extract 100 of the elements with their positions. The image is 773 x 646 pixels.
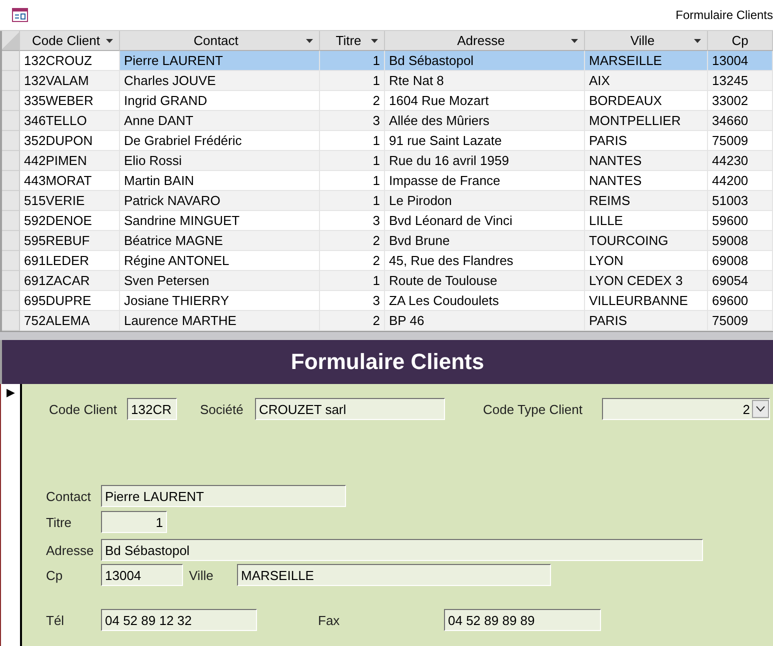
table-cell: MARSEILLE bbox=[585, 51, 708, 71]
table-cell: 442PIMEN bbox=[20, 151, 120, 171]
table-cell: 69054 bbox=[708, 271, 773, 291]
field-label: Tél bbox=[46, 612, 66, 628]
dropdown-arrow-icon bbox=[694, 38, 701, 42]
table-cell: 1 bbox=[320, 51, 385, 71]
table-cell: 3 bbox=[320, 111, 385, 131]
field-label: Société bbox=[200, 402, 244, 416]
column-header[interactable]: Titre bbox=[320, 31, 385, 51]
table-cell: 34660 bbox=[708, 111, 773, 131]
record-selector[interactable] bbox=[2, 111, 20, 131]
table-cell: 1 bbox=[320, 71, 385, 91]
record-selector[interactable] bbox=[2, 171, 20, 191]
table-cell: 691ZACAR bbox=[20, 271, 120, 291]
table-cell: LYON CEDEX 3 bbox=[585, 271, 708, 291]
text-field[interactable]: 1 bbox=[101, 511, 167, 533]
window-title: Formulaire Clients bbox=[676, 8, 773, 22]
record-selector[interactable] bbox=[2, 131, 20, 151]
text-field[interactable]: 04 52 89 89 89 bbox=[444, 609, 601, 631]
form-title: Formulaire Clients bbox=[290, 349, 484, 375]
table-cell: AIX bbox=[585, 71, 708, 91]
table-cell: 132CROUZ bbox=[20, 51, 120, 71]
table-cell: 75009 bbox=[708, 311, 773, 331]
text-field[interactable]: Bd Sébastopol bbox=[101, 539, 703, 561]
record-selector[interactable] bbox=[2, 191, 20, 211]
dropdown-arrow-icon bbox=[571, 38, 578, 42]
type-dropdown[interactable]: 2 bbox=[602, 398, 770, 420]
table-cell: 515VERIE bbox=[20, 191, 120, 211]
field-label: Code Type Client bbox=[483, 402, 584, 416]
table-cell: PARIS bbox=[585, 311, 708, 331]
table-cell: REIMS bbox=[585, 191, 708, 211]
table-cell: 44230 bbox=[708, 151, 773, 171]
record-selector[interactable] bbox=[2, 231, 20, 251]
table-cell: Laurence MARTHE bbox=[120, 311, 320, 331]
record-selector[interactable] bbox=[2, 271, 20, 291]
table-cell: Rte Nat 8 bbox=[385, 71, 585, 91]
splitter-bar[interactable] bbox=[0, 331, 773, 340]
table-cell: Le Pirodon bbox=[385, 191, 585, 211]
table-cell: 2 bbox=[320, 311, 385, 331]
dropdown-arrow-icon bbox=[371, 38, 378, 42]
table-cell: 1 bbox=[320, 191, 385, 211]
table-cell: 13245 bbox=[708, 71, 773, 91]
record-selector[interactable] bbox=[2, 51, 20, 71]
field-label: Contact bbox=[46, 488, 92, 504]
text-field[interactable]: CROUZET sarl bbox=[255, 398, 445, 420]
table-cell: 51003 bbox=[708, 191, 773, 211]
form-icon bbox=[12, 8, 28, 22]
table-cell: Charles JOUVE bbox=[120, 71, 320, 91]
table-cell: MONTPELLIER bbox=[585, 111, 708, 131]
table-cell: 132VALAM bbox=[20, 71, 120, 91]
record-selector[interactable] bbox=[2, 251, 20, 271]
dropdown-arrow-icon bbox=[106, 38, 113, 42]
table-cell: 1 bbox=[320, 271, 385, 291]
record-selector[interactable] bbox=[2, 151, 20, 171]
table-cell: BP 46 bbox=[385, 311, 585, 331]
field-label: Titre bbox=[46, 514, 73, 530]
field-label: Fax bbox=[318, 612, 341, 628]
field-label: Adresse bbox=[46, 542, 95, 558]
text-field[interactable]: MARSEILLE bbox=[237, 564, 551, 586]
dropdown-arrow-icon bbox=[306, 38, 313, 42]
table-cell: 13004 bbox=[708, 51, 773, 71]
table-cell: 595REBUF bbox=[20, 231, 120, 251]
field-label: Cp bbox=[46, 568, 64, 582]
table-cell: Pierre LAURENT bbox=[120, 51, 320, 71]
record-selector[interactable] bbox=[2, 311, 20, 331]
table-cell: 59008 bbox=[708, 231, 773, 251]
table-cell: 1 bbox=[320, 151, 385, 171]
field-label: Ville bbox=[189, 568, 214, 582]
table-cell: Allée des Mûriers bbox=[385, 111, 585, 131]
table-cell: 2 bbox=[320, 231, 385, 251]
table-cell: Elio Rossi bbox=[120, 151, 320, 171]
select-all-corner[interactable] bbox=[2, 31, 20, 51]
field-label: Code Client bbox=[49, 402, 118, 416]
column-header[interactable]: Ville bbox=[585, 31, 708, 51]
text-field[interactable]: 04 52 89 12 32 bbox=[101, 609, 257, 631]
record-selector[interactable] bbox=[2, 71, 20, 91]
table-cell: Bd Sébastopol bbox=[385, 51, 585, 71]
table-cell: Route de Toulouse bbox=[385, 271, 585, 291]
table-cell: TOURCOING bbox=[585, 231, 708, 251]
column-header[interactable]: Contact bbox=[120, 31, 320, 51]
text-field[interactable]: 13004 bbox=[101, 564, 183, 586]
table-cell: Patrick NAVARO bbox=[120, 191, 320, 211]
table-cell: NANTES bbox=[585, 151, 708, 171]
record-selector[interactable] bbox=[2, 211, 20, 231]
column-header[interactable]: Cp bbox=[708, 31, 773, 51]
table-cell: Sven Petersen bbox=[120, 271, 320, 291]
record-selector[interactable] bbox=[2, 291, 20, 311]
table-cell: Bvd Brune bbox=[385, 231, 585, 251]
table-cell: 346TELLO bbox=[20, 111, 120, 131]
table-cell: Béatrice MAGNE bbox=[120, 231, 320, 251]
table-cell: 752ALEMA bbox=[20, 311, 120, 331]
column-header[interactable]: Code Client bbox=[20, 31, 120, 51]
record-selector[interactable] bbox=[2, 91, 20, 111]
caret-icon[interactable] bbox=[752, 400, 769, 418]
record-marker: ▶ bbox=[6, 386, 14, 400]
table-cell: Rue du 16 avril 1959 bbox=[385, 151, 585, 171]
text-field[interactable]: Pierre LAURENT bbox=[101, 485, 346, 507]
table-cell: Anne DANT bbox=[120, 111, 320, 131]
column-header[interactable]: Adresse bbox=[385, 31, 585, 51]
text-field[interactable]: 132CR bbox=[127, 398, 177, 420]
